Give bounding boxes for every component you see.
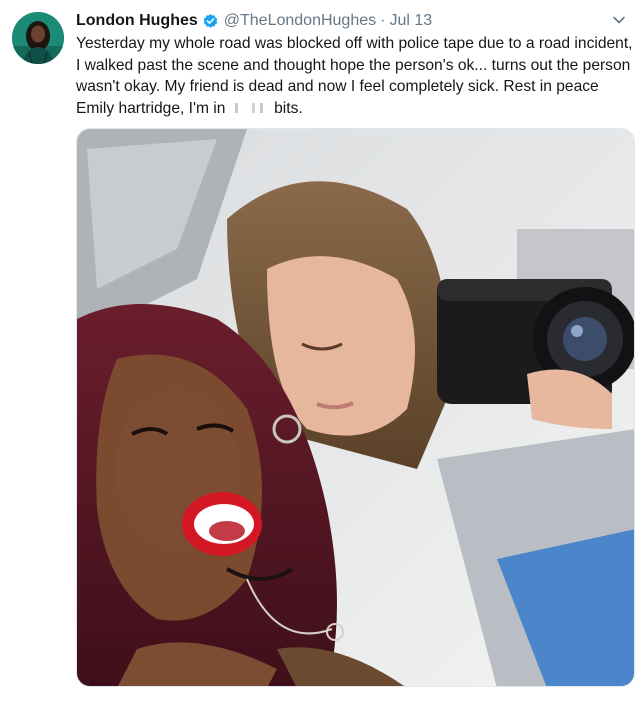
redacted-word: [229, 103, 270, 114]
avatar[interactable]: [12, 12, 64, 64]
tweet-card: London Hughes @TheLondonHughes · Jul 13 …: [0, 0, 641, 706]
tweet-photo[interactable]: [76, 128, 635, 687]
tweet-date[interactable]: Jul 13: [389, 12, 432, 30]
chevron-down-icon[interactable]: [611, 12, 627, 28]
tweet-text: Yesterday my whole road was blocked off …: [76, 33, 636, 119]
tweet-text-end: bits.: [269, 99, 303, 117]
handle[interactable]: @TheLondonHughes: [224, 12, 376, 30]
separator-dot: ·: [380, 12, 386, 29]
tweet-text-main: Yesterday my whole road was blocked off …: [76, 35, 633, 117]
verified-badge-icon: [202, 13, 219, 30]
display-name[interactable]: London Hughes: [76, 12, 198, 30]
tweet-header: London Hughes @TheLondonHughes · Jul 13: [76, 10, 601, 32]
